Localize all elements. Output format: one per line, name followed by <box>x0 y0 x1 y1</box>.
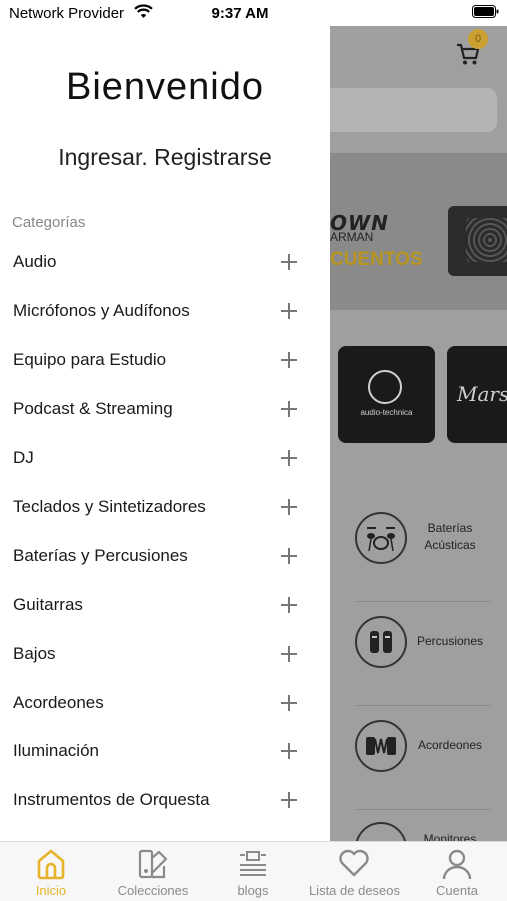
menu-item-microfonos[interactable]: Micrófonos y Audífonos <box>0 301 330 350</box>
clock: 9:37 AM <box>211 5 269 22</box>
menu-item-label: Teclados y Sintetizadores <box>13 497 206 516</box>
categories-header: Categorías <box>12 214 86 231</box>
amplifier-image <box>448 206 507 276</box>
menu-item-label: Podcast & Streaming <box>13 399 173 418</box>
menu-item-podcast[interactable]: Podcast & Streaming <box>0 399 330 448</box>
menu-item-label: Baterías y Percusiones <box>13 546 188 565</box>
menu-item-label: Guitarras <box>13 595 83 614</box>
menu-item-label: Audio <box>13 252 57 271</box>
menu-item-label: Micrófonos y Audífonos <box>13 301 190 320</box>
plus-icon[interactable] <box>281 597 297 613</box>
category-name: Baterías Acústicas <box>424 521 476 552</box>
bottom-tab-bar: Inicio Colecciones blogs Lista de deseos <box>0 841 507 901</box>
tab-label: Inicio <box>35 883 67 898</box>
home-icon <box>37 849 65 880</box>
brand-name: Marsh <box>457 382 507 406</box>
menu-item-label: DJ <box>13 448 34 467</box>
menu-item-teclados[interactable]: Teclados y Sintetizadores <box>0 497 330 546</box>
plus-icon[interactable] <box>281 792 297 808</box>
heart-icon <box>339 849 369 877</box>
plus-icon[interactable] <box>281 548 297 564</box>
blogs-icon <box>240 851 266 876</box>
conga-icon <box>355 616 407 668</box>
login-register-link[interactable]: Ingresar. Registrarse <box>0 144 330 171</box>
menu-item-guitarras[interactable]: Guitarras <box>0 595 330 644</box>
tab-label: Cuenta <box>436 883 478 898</box>
tab-label: Lista de deseos <box>308 883 401 898</box>
category-name: Percusiones <box>416 634 484 648</box>
menu-item-label: Equipo para Estudio <box>13 350 167 369</box>
tab-cuenta[interactable]: Cuenta <box>407 842 507 901</box>
collections-icon <box>138 849 168 879</box>
menu-item-iluminacion[interactable]: Iluminación <box>0 741 330 790</box>
category-card-drums[interactable]: Baterías Acústicas <box>330 498 507 602</box>
tab-blogs[interactable]: blogs <box>204 842 302 901</box>
plus-icon[interactable] <box>281 743 297 759</box>
menu-item-orquesta[interactable]: Instrumentos de Orquesta <box>0 790 330 839</box>
plus-icon[interactable] <box>281 450 297 466</box>
banner-promo-text: CUENTOS <box>330 249 423 270</box>
accordion-icon <box>355 720 407 772</box>
menu-item-label: Acordeones <box>13 693 104 712</box>
plus-icon[interactable] <box>281 352 297 368</box>
plus-icon[interactable] <box>281 695 297 711</box>
search-bar[interactable] <box>330 88 497 132</box>
brand-card-marshall[interactable]: Marsh <box>447 346 507 443</box>
status-bar: Network Provider 9:37 AM <box>0 0 507 26</box>
menu-item-dj[interactable]: DJ <box>0 448 330 497</box>
tab-lista-de-deseos[interactable]: Lista de deseos <box>302 842 407 901</box>
plus-icon[interactable] <box>281 401 297 417</box>
tab-label: Colecciones <box>117 883 189 898</box>
battery-icon <box>472 5 499 18</box>
menu-item-label: Instrumentos de Orquesta <box>13 790 210 809</box>
cart-count-badge: 0 <box>468 29 488 49</box>
brand-name: audio-technica <box>360 408 413 417</box>
background-home-screen[interactable]: 0 OWN ARMAN CUENTOS audio-technica Marsh… <box>330 26 507 841</box>
menu-item-acordeones[interactable]: Acordeones <box>0 693 330 742</box>
banner-subbrand: ARMAN <box>330 230 374 244</box>
category-name: Monitores <box>423 832 477 841</box>
plus-icon[interactable] <box>281 646 297 662</box>
category-card-percussion[interactable]: Percusiones <box>330 602 507 706</box>
drum-kit-icon <box>355 512 407 564</box>
tab-label: blogs <box>237 883 269 898</box>
side-menu-drawer: Bienvenido Ingresar. Registrarse Categor… <box>0 26 330 841</box>
menu-item-estudio[interactable]: Equipo para Estudio <box>0 350 330 399</box>
audio-technica-logo <box>368 370 402 404</box>
plus-icon[interactable] <box>281 499 297 515</box>
menu-item-baterias[interactable]: Baterías y Percusiones <box>0 546 330 595</box>
plus-icon[interactable] <box>281 254 297 270</box>
menu-item-label: Iluminación <box>13 741 99 760</box>
menu-item-bajos[interactable]: Bajos <box>0 644 330 693</box>
category-card-monitors[interactable]: Monitores <box>330 810 507 841</box>
menu-item-audio[interactable]: Audio <box>0 252 330 301</box>
tab-inicio[interactable]: Inicio <box>0 842 102 901</box>
account-icon <box>442 849 472 880</box>
monitor-speaker-icon <box>355 822 407 841</box>
promo-banner[interactable]: OWN ARMAN CUENTOS <box>330 153 507 310</box>
menu-item-label: Bajos <box>13 644 56 663</box>
brand-card-audio-technica[interactable]: audio-technica <box>338 346 435 443</box>
welcome-title: Bienvenido <box>65 66 265 108</box>
category-card-accordions[interactable]: Acordeones <box>330 706 507 810</box>
plus-icon[interactable] <box>281 303 297 319</box>
category-name: Acordeones <box>417 738 483 752</box>
tab-colecciones[interactable]: Colecciones <box>102 842 204 901</box>
